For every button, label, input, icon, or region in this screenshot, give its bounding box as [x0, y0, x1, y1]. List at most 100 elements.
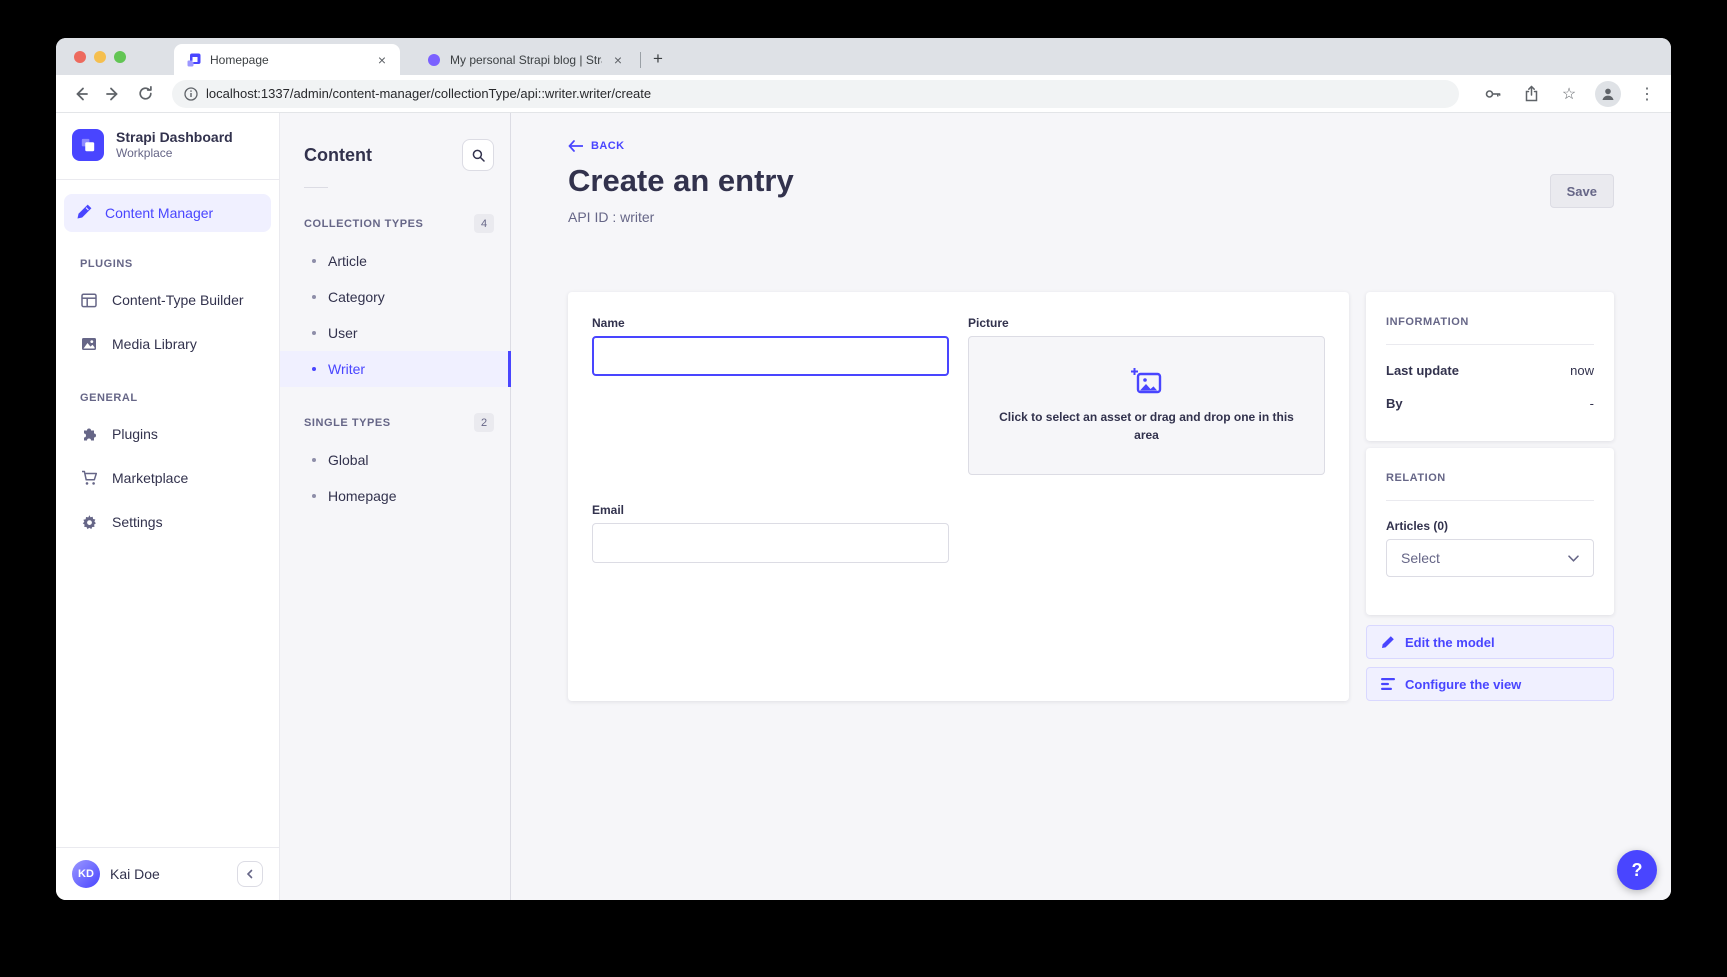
card-divider: [1386, 500, 1594, 501]
sidebar-item-label: Content Manager: [105, 205, 213, 221]
sidebar-section-general: GENERAL Plugins Marketplace: [56, 392, 279, 544]
subnav-item-homepage[interactable]: Homepage: [280, 478, 510, 514]
subnav-title: Content: [304, 145, 372, 166]
upload-hint-text: Click to select an asset or drag and dro…: [987, 408, 1307, 444]
sidebar-item-content-manager[interactable]: Content Manager: [64, 194, 271, 232]
back-link[interactable]: BACK: [568, 140, 625, 152]
bullet-icon: [312, 367, 316, 371]
strapi-favicon-icon: [186, 52, 202, 68]
email-input[interactable]: [592, 523, 949, 563]
browser-menu-icon[interactable]: ⋮: [1635, 82, 1659, 106]
site-info-icon[interactable]: [184, 87, 198, 101]
subnav-divider: [304, 187, 328, 188]
user-avatar[interactable]: KD: [72, 860, 100, 888]
browser-window: Homepage × My personal Strapi blog | Str…: [56, 38, 1671, 900]
information-card: INFORMATION Last update now By -: [1366, 292, 1614, 441]
tab-close-icon[interactable]: ×: [374, 52, 390, 68]
reload-icon[interactable]: [132, 81, 158, 107]
entry-form-card: Name Picture: [568, 292, 1349, 701]
help-button[interactable]: ?: [1617, 850, 1657, 890]
subnav-item-label: User: [328, 325, 358, 341]
brand-text: Strapi Dashboard Workplace: [116, 129, 233, 161]
password-key-icon[interactable]: [1481, 82, 1505, 106]
right-rail: INFORMATION Last update now By - RELATIO…: [1366, 292, 1614, 701]
sidebar-item-label: Content-Type Builder: [112, 292, 244, 308]
collapse-sidebar-button[interactable]: [237, 861, 263, 887]
url-bar[interactable]: localhost:1337/admin/content-manager/col…: [172, 80, 1459, 108]
content-subnav: Content COLLECTION TYPES 4 Article Categ…: [280, 113, 511, 900]
sidebar-item-marketplace[interactable]: Marketplace: [56, 456, 279, 500]
puzzle-icon: [80, 426, 98, 443]
configure-view-button[interactable]: Configure the view: [1366, 667, 1614, 701]
articles-select[interactable]: Select: [1386, 539, 1594, 577]
browser-profile-avatar[interactable]: [1595, 81, 1621, 107]
back-arrow-icon: [568, 140, 583, 152]
subnav-item-article[interactable]: Article: [280, 243, 510, 279]
strapi-app: Strapi Dashboard Workplace Content Manag…: [56, 113, 1671, 900]
articles-relation-label: Articles (0): [1386, 519, 1594, 533]
bookmark-star-icon[interactable]: ☆: [1557, 82, 1581, 106]
tab-strapi-blog[interactable]: My personal Strapi blog | Strap ×: [414, 44, 636, 75]
content-type-builder-icon: [80, 293, 98, 308]
sidebar-item-media-library[interactable]: Media Library: [56, 322, 279, 366]
page-subtitle: API ID : writer: [568, 209, 654, 225]
group-label: SINGLE TYPES: [304, 417, 391, 429]
chevron-down-icon: [1568, 555, 1579, 562]
sidebar-item-settings[interactable]: Settings: [56, 500, 279, 544]
main-canvas: BACK Create an entry API ID : writer Sav…: [511, 113, 1671, 900]
picture-upload-dropzone[interactable]: Click to select an asset or drag and dro…: [968, 336, 1325, 475]
subnav-item-writer[interactable]: Writer: [280, 351, 510, 387]
information-header: INFORMATION: [1386, 316, 1594, 328]
search-button[interactable]: [462, 139, 494, 171]
picture-label: Picture: [968, 316, 1325, 330]
subnav-item-global[interactable]: Global: [280, 442, 510, 478]
gear-icon: [80, 514, 98, 531]
sidebar-item-plugins[interactable]: Plugins: [56, 412, 279, 456]
edit-model-button[interactable]: Edit the model: [1366, 625, 1614, 659]
close-window-button[interactable]: [74, 51, 86, 63]
select-value: Select: [1401, 550, 1440, 566]
count-badge: 4: [474, 214, 494, 233]
brand-title: Strapi Dashboard: [116, 129, 233, 146]
tab-title: My personal Strapi blog | Strap: [450, 53, 602, 67]
strapi-logo-icon: [72, 129, 104, 161]
tab-close-icon[interactable]: ×: [610, 52, 626, 68]
subnav-item-category[interactable]: Category: [280, 279, 510, 315]
subnav-header: Content: [280, 113, 510, 171]
save-button[interactable]: Save: [1550, 174, 1614, 208]
new-tab-button[interactable]: +: [645, 46, 671, 72]
relation-header: RELATION: [1386, 472, 1594, 484]
bullet-icon: [312, 331, 316, 335]
page-title: Create an entry: [568, 163, 794, 199]
info-label: Last update: [1386, 363, 1459, 378]
tab-homepage[interactable]: Homepage ×: [174, 44, 400, 75]
sidebar-item-content-type-builder[interactable]: Content-Type Builder: [56, 278, 279, 322]
url-text: localhost:1337/admin/content-manager/col…: [206, 86, 651, 101]
info-value: now: [1570, 363, 1594, 378]
forward-nav-icon[interactable]: [100, 81, 126, 107]
back-nav-icon[interactable]: [68, 81, 94, 107]
browser-toolbar: localhost:1337/admin/content-manager/col…: [56, 75, 1671, 113]
user-name[interactable]: Kai Doe: [110, 866, 227, 882]
edit-model-label: Edit the model: [1405, 635, 1495, 650]
minimize-window-button[interactable]: [94, 51, 106, 63]
configure-lines-icon: [1381, 678, 1395, 690]
section-label: GENERAL: [56, 392, 279, 404]
subnav-item-user[interactable]: User: [280, 315, 510, 351]
sidebar-item-label: Plugins: [112, 426, 158, 442]
group-header-single-types: SINGLE TYPES 2: [280, 413, 510, 432]
share-icon[interactable]: [1519, 82, 1543, 106]
brand-block[interactable]: Strapi Dashboard Workplace: [56, 113, 279, 179]
name-label: Name: [592, 316, 949, 330]
subnav-item-label: Global: [328, 452, 368, 468]
subnav-item-label: Homepage: [328, 488, 397, 504]
bullet-icon: [312, 295, 316, 299]
subnav-item-label: Article: [328, 253, 367, 269]
configure-view-label: Configure the view: [1405, 677, 1521, 692]
maximize-window-button[interactable]: [114, 51, 126, 63]
group-label: COLLECTION TYPES: [304, 218, 423, 230]
bullet-icon: [312, 458, 316, 462]
name-input[interactable]: [592, 336, 949, 376]
media-library-icon: [80, 337, 98, 351]
section-label: PLUGINS: [56, 258, 279, 270]
